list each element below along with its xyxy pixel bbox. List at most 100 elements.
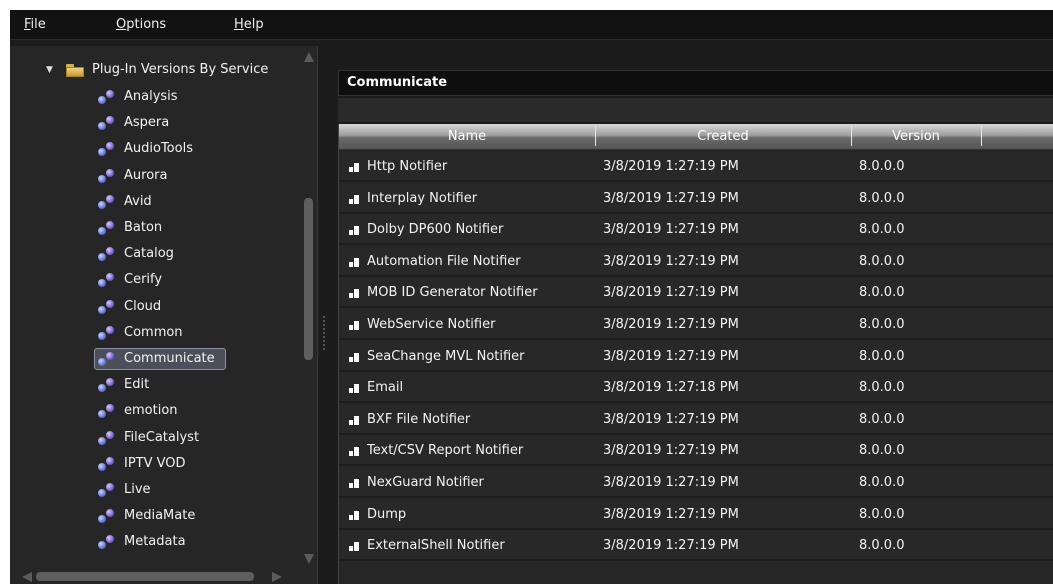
column-header-version[interactable]: Version: [851, 129, 981, 144]
pane-splitter[interactable]: [318, 46, 332, 584]
scroll-left-arrow-icon[interactable]: [22, 572, 32, 582]
notifier-icon: [349, 542, 360, 552]
table-row[interactable]: ExternalShell Notifier 3/8/2019 1:27:19 P…: [339, 531, 1053, 562]
collapse-arrow-icon[interactable]: ▼: [46, 58, 56, 82]
tree-item[interactable]: Cerify: [10, 268, 304, 292]
menu-options[interactable]: Options: [116, 17, 166, 32]
scroll-up-arrow-icon[interactable]: [304, 52, 314, 62]
table-row[interactable]: Dolby DP600 Notifier 3/8/2019 1:27:19 PM 8…: [339, 215, 1053, 246]
tree-item[interactable]: Aurora: [10, 164, 304, 188]
table-row[interactable]: Dump 3/8/2019 1:27:19 PM 8.0.0.0: [339, 499, 1053, 530]
cell-name: Text/CSV Report Notifier: [367, 443, 524, 459]
tree-horizontal-scrollbar[interactable]: [10, 568, 304, 584]
notifier-icon: [349, 257, 360, 268]
cell-created: 3/8/2019 1:27:19 PM: [603, 538, 739, 554]
tree-item[interactable]: Analysis: [10, 85, 304, 109]
tree-vertical-scrollbar[interactable]: [302, 50, 316, 580]
cell-version: 8.0.0.0: [859, 411, 905, 427]
cell-version: 8.0.0.0: [859, 253, 905, 269]
notifier-icon: [349, 510, 360, 521]
cell-name: Http Notifier: [367, 159, 448, 174]
tree-item-label: Aurora: [124, 167, 168, 183]
table-row[interactable]: SeaChange MVL Notifier 3/8/2019 1:27:19 P…: [339, 341, 1053, 372]
tree-item-label: Metadata: [124, 534, 186, 550]
table-row[interactable]: BXF File Notifier 3/8/2019 1:27:19 PM 8.0.…: [339, 404, 1053, 435]
tree-item-label: IPTV VOD: [124, 455, 186, 471]
tree-root-label: Plug-In Versions By Service: [92, 62, 269, 77]
cell-created: 3/8/2019 1:27:19 PM: [603, 475, 739, 490]
tree-item-label: Baton: [124, 220, 163, 235]
plugin-icon: [98, 509, 116, 524]
tree-item[interactable]: Live: [10, 478, 304, 502]
column-header-name[interactable]: Name: [339, 129, 595, 144]
table-row[interactable]: Automation File Notifier 3/8/2019 1:27:19…: [339, 246, 1053, 277]
tree-item[interactable]: Edit: [10, 373, 304, 397]
horizontal-scroll-thumb[interactable]: [36, 572, 254, 581]
tree-item-label: AudioTools: [124, 141, 193, 157]
table-row[interactable]: NexGuard Notifier 3/8/2019 1:27:19 PM 8.0.…: [339, 468, 1053, 498]
tree-item[interactable]: AudioTools: [10, 137, 304, 161]
cell-name: Interplay Notifier: [367, 190, 478, 206]
cell-created: 3/8/2019 1:27:19 PM: [603, 411, 739, 427]
tree-item[interactable]: MediaMate: [10, 504, 304, 528]
table-row[interactable]: Email 3/8/2019 1:27:18 PM 8.0.0.0: [339, 373, 1053, 404]
tree-item[interactable]: Baton: [10, 216, 304, 240]
tree-item[interactable]: Communicate: [10, 347, 304, 371]
table-row[interactable]: Interplay Notifier 3/8/2019 1:27:19 PM 8.0…: [339, 183, 1053, 214]
cell-version: 8.0.0.0: [859, 285, 905, 301]
tree-item[interactable]: FileCatalyst: [10, 426, 304, 450]
cell-name: BXF File Notifier: [367, 411, 471, 427]
cell-version: 8.0.0.0: [859, 190, 905, 206]
tree-item[interactable]: Catalog: [10, 242, 304, 266]
plugin-icon: [98, 456, 116, 471]
cell-name: NexGuard Notifier: [367, 475, 484, 490]
plugin-icon: [98, 90, 116, 104]
cell-created: 3/8/2019 1:27:19 PM: [603, 317, 739, 332]
scroll-down-arrow-icon[interactable]: [304, 554, 314, 564]
table-row[interactable]: WebService Notifier 3/8/2019 1:27:19 PM 8.…: [339, 310, 1053, 340]
cell-name: WebService Notifier: [367, 317, 496, 332]
plugin-icon: [98, 142, 116, 157]
cell-version: 8.0.0.0: [859, 443, 905, 459]
table-row[interactable]: Text/CSV Report Notifier 3/8/2019 1:27:19…: [339, 436, 1053, 467]
vertical-scroll-thumb[interactable]: [304, 198, 313, 360]
cell-version: 8.0.0.0: [859, 317, 905, 332]
tree-item-label: Communicate: [124, 351, 215, 366]
cell-name: ExternalShell Notifier: [367, 538, 505, 554]
tree-item[interactable]: emotion: [10, 399, 304, 423]
cell-version: 8.0.0.0: [859, 475, 905, 490]
service-tree-pane: ▼ Plug-In Versions By Service Analysis As…: [10, 46, 318, 584]
notifier-icon: [349, 415, 360, 426]
cell-created: 3/8/2019 1:27:19 PM: [603, 159, 739, 174]
scroll-right-arrow-icon[interactable]: [272, 572, 282, 582]
plugin-icon: [98, 273, 116, 288]
detail-pane: Communicate Name Created Version Http No…: [332, 46, 1053, 584]
cell-name: Dump: [367, 506, 407, 522]
notifier-icon: [349, 289, 360, 299]
table-row[interactable]: MOB ID Generator Notifier 3/8/2019 1:27:1…: [339, 278, 1053, 309]
tree-item[interactable]: Aspera: [10, 111, 304, 135]
menu-help[interactable]: Help: [234, 17, 264, 32]
cell-name: Dolby DP600 Notifier: [367, 222, 504, 238]
notifier-icon: [349, 194, 360, 205]
tree-item[interactable]: Cloud: [10, 295, 304, 319]
splitter-grip[interactable]: [323, 316, 325, 350]
column-header-created[interactable]: Created: [595, 129, 851, 144]
cell-created: 3/8/2019 1:27:19 PM: [603, 190, 739, 206]
tree-item[interactable]: Common: [10, 321, 304, 345]
tree-root[interactable]: ▼ Plug-In Versions By Service: [10, 58, 304, 82]
table-row[interactable]: Http Notifier 3/8/2019 1:27:19 PM 8.0.0.0: [339, 152, 1053, 182]
notifier-icon: [349, 226, 360, 236]
menu-file[interactable]: File: [24, 17, 46, 32]
tree-item-label: Edit: [124, 377, 150, 393]
notifier-icon: [349, 447, 360, 457]
tree-item[interactable]: Avid: [10, 190, 304, 214]
plugin-icon: [98, 352, 116, 366]
tree-item-label: emotion: [124, 403, 178, 419]
tree-item-label: FileCatalyst: [124, 429, 200, 445]
cell-version: 8.0.0.0: [859, 538, 905, 554]
tree-item[interactable]: IPTV VOD: [10, 452, 304, 476]
tree-item[interactable]: Metadata: [10, 530, 304, 554]
column-divider[interactable]: [981, 126, 982, 146]
app-window: File Options Help ▼ Plug-In Versions By …: [10, 10, 1053, 584]
